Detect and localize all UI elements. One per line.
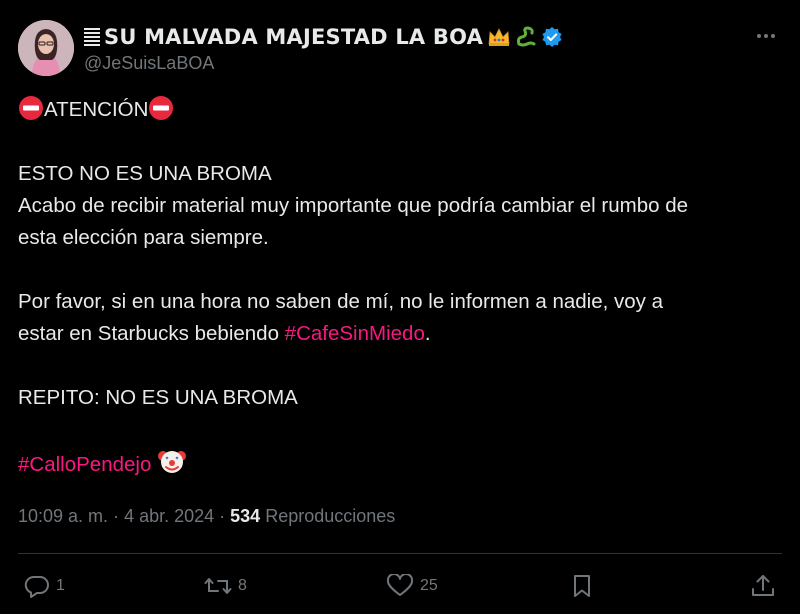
tweet-headline-line: ATENCIÓN — [18, 94, 788, 126]
like-count: 25 — [420, 577, 438, 594]
repost-button[interactable]: 8 — [204, 568, 247, 604]
meta-separator: · — [214, 506, 231, 526]
views-label: Reproducciones — [260, 506, 396, 526]
like-button[interactable]: 25 — [386, 568, 438, 604]
reply-icon — [24, 575, 49, 598]
tweet-hashtag-line: #CalloPendejo — [18, 446, 788, 481]
tweet-meta: 10:09 a. m. · 4 abr. 2024 · 534 Reproduc… — [18, 506, 395, 527]
more-options-icon[interactable] — [752, 24, 780, 48]
tweet-text-fragment: estar en Starbucks bebiendo — [18, 322, 285, 345]
no-entry-emoji-icon — [149, 96, 174, 120]
author-name-row[interactable]: SU MALVADA MAJESTAD LA BOA — [84, 22, 563, 52]
repost-icon — [204, 578, 232, 594]
author-handle[interactable]: @JeSuisLaBOA — [84, 53, 214, 74]
tweet-line: esta elección para siempre. — [18, 226, 269, 249]
avatar-image — [18, 20, 74, 76]
hashtag-link[interactable]: #CafeSinMiedo — [285, 322, 425, 345]
no-entry-emoji-icon — [19, 96, 43, 120]
stripes-icon — [84, 28, 100, 46]
divider — [18, 553, 782, 554]
tweet-text-fragment: . — [424, 322, 431, 345]
tweet-actions: 1 8 25 — [0, 568, 800, 604]
views-count: 534 — [230, 506, 261, 526]
tweet-date[interactable]: 4 abr. 2024 — [124, 506, 214, 526]
hashtag-link[interactable]: #CalloPendejo — [18, 453, 151, 476]
tweet-text: ATENCIÓN ESTO NO ES UNA BROMA Acabo de r… — [18, 94, 788, 481]
crown-emoji-icon — [488, 28, 510, 46]
repost-count: 8 — [238, 577, 247, 594]
clown-emoji-icon — [158, 451, 187, 473]
reply-count: 1 — [56, 577, 65, 594]
tweet-line: Por favor, si en una hora no saben de mí… — [18, 290, 664, 313]
tweet-card: SU MALVADA MAJESTAD LA BOA @JeSuisLaBOA — [0, 0, 800, 614]
tweet-line: Acabo de recibir material muy importante… — [18, 194, 688, 217]
share-icon — [752, 575, 774, 596]
heart-icon — [386, 574, 414, 596]
snake-emoji-icon — [516, 26, 536, 47]
verified-badge-icon[interactable] — [541, 26, 563, 48]
tweet-line: REPITO: NO ES UNA BROMA — [18, 386, 298, 409]
avatar[interactable] — [18, 20, 74, 76]
tweet-time[interactable]: 10:09 a. m. — [18, 506, 108, 526]
reply-button[interactable]: 1 — [24, 568, 65, 604]
tweet-line: ESTO NO ES UNA BROMA — [18, 162, 272, 185]
tweet-line-with-hashtag: estar en Starbucks bebiendo #CafeSinMied… — [18, 318, 788, 350]
tweet-headline: ATENCIÓN — [44, 98, 149, 121]
share-button[interactable] — [750, 568, 776, 604]
bookmark-icon — [574, 575, 590, 597]
meta-separator: · — [108, 506, 125, 526]
bookmark-button[interactable] — [570, 568, 594, 604]
author-display-name[interactable]: SU MALVADA MAJESTAD LA BOA — [104, 25, 483, 49]
